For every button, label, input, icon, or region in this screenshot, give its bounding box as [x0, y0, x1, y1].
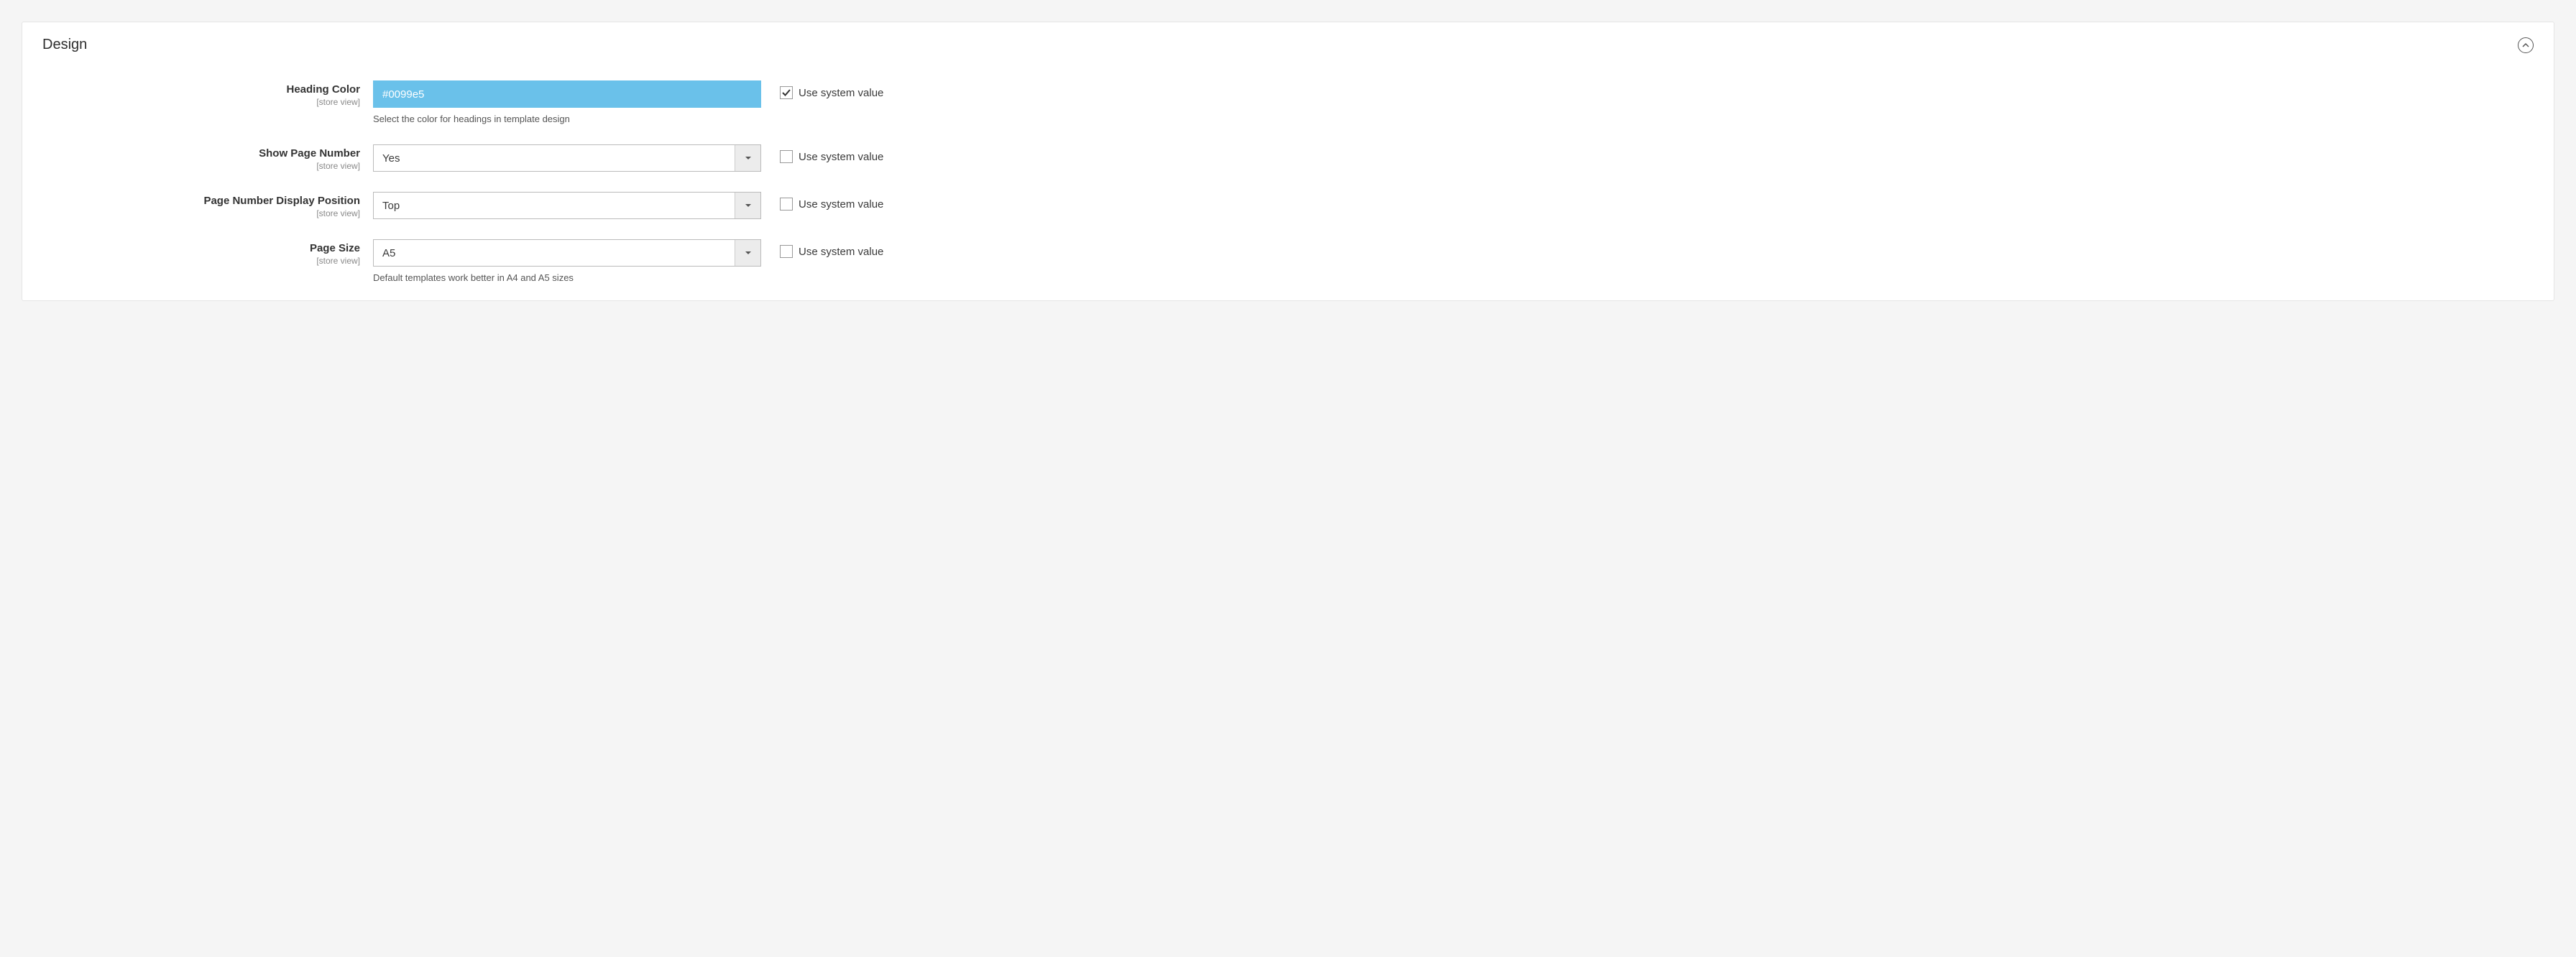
- label-col: Show Page Number [store view]: [71, 144, 373, 171]
- show-page-number-use-system-checkbox[interactable]: [780, 150, 793, 163]
- panel-header: Design: [42, 37, 2534, 53]
- scope-label: [store view]: [71, 208, 360, 218]
- scope-label: [store view]: [71, 97, 360, 107]
- sysvalue-col: Use system value: [761, 144, 883, 163]
- section-title: Design: [42, 37, 87, 53]
- field-row-page-number-position: Page Number Display Position [store view…: [71, 192, 2534, 219]
- dropdown-arrow-icon: [735, 240, 760, 266]
- show-page-number-select[interactable]: Yes: [373, 144, 761, 172]
- label-col: Page Number Display Position [store view…: [71, 192, 373, 218]
- field-row-show-page-number: Show Page Number [store view] Yes Use sy: [71, 144, 2534, 172]
- dropdown-arrow-icon: [735, 145, 760, 171]
- chevron-up-icon: [2522, 42, 2529, 49]
- dropdown-arrow-icon: [735, 193, 760, 218]
- field-row-page-size: Page Size [store view] A5 Default templa…: [71, 239, 2534, 283]
- page-number-position-value: Top: [374, 200, 735, 212]
- input-col: Top: [373, 192, 761, 219]
- use-system-value-label: Use system value: [799, 151, 883, 163]
- sysvalue-col: Use system value: [761, 80, 883, 99]
- scope-label: [store view]: [71, 256, 360, 266]
- page-size-value: A5: [374, 247, 735, 259]
- label-col: Page Size [store view]: [71, 239, 373, 266]
- show-page-number-label: Show Page Number: [259, 147, 360, 160]
- checkmark-icon: [782, 88, 791, 97]
- input-col: A5 Default templates work better in A4 a…: [373, 239, 761, 283]
- sysvalue-col: Use system value: [761, 239, 883, 258]
- heading-color-label: Heading Color: [286, 83, 360, 96]
- heading-color-value: #0099e5: [382, 88, 424, 101]
- input-col: #0099e5 Select the color for headings in…: [373, 80, 761, 124]
- label-col: Heading Color [store view]: [71, 80, 373, 107]
- use-system-value-label: Use system value: [799, 246, 883, 258]
- heading-color-help: Select the color for headings in templat…: [373, 114, 761, 124]
- page-number-position-select[interactable]: Top: [373, 192, 761, 219]
- page-size-help: Default templates work better in A4 and …: [373, 272, 761, 283]
- collapse-toggle-icon[interactable]: [2518, 37, 2534, 53]
- page-size-label: Page Size: [310, 242, 360, 254]
- form-rows: Heading Color [store view] #0099e5 Selec…: [42, 80, 2534, 283]
- input-col: Yes: [373, 144, 761, 172]
- heading-color-use-system-checkbox[interactable]: [780, 86, 793, 99]
- page-number-position-use-system-checkbox[interactable]: [780, 198, 793, 211]
- use-system-value-label: Use system value: [799, 198, 883, 211]
- field-row-heading-color: Heading Color [store view] #0099e5 Selec…: [71, 80, 2534, 124]
- scope-label: [store view]: [71, 161, 360, 171]
- sysvalue-col: Use system value: [761, 192, 883, 211]
- page-number-position-label: Page Number Display Position: [203, 195, 360, 207]
- use-system-value-label: Use system value: [799, 87, 883, 99]
- design-section-panel: Design Heading Color [store view] #0099e…: [22, 22, 2554, 301]
- page-size-use-system-checkbox[interactable]: [780, 245, 793, 258]
- heading-color-input[interactable]: #0099e5: [373, 80, 761, 108]
- page-size-select[interactable]: A5: [373, 239, 761, 267]
- show-page-number-value: Yes: [374, 152, 735, 165]
